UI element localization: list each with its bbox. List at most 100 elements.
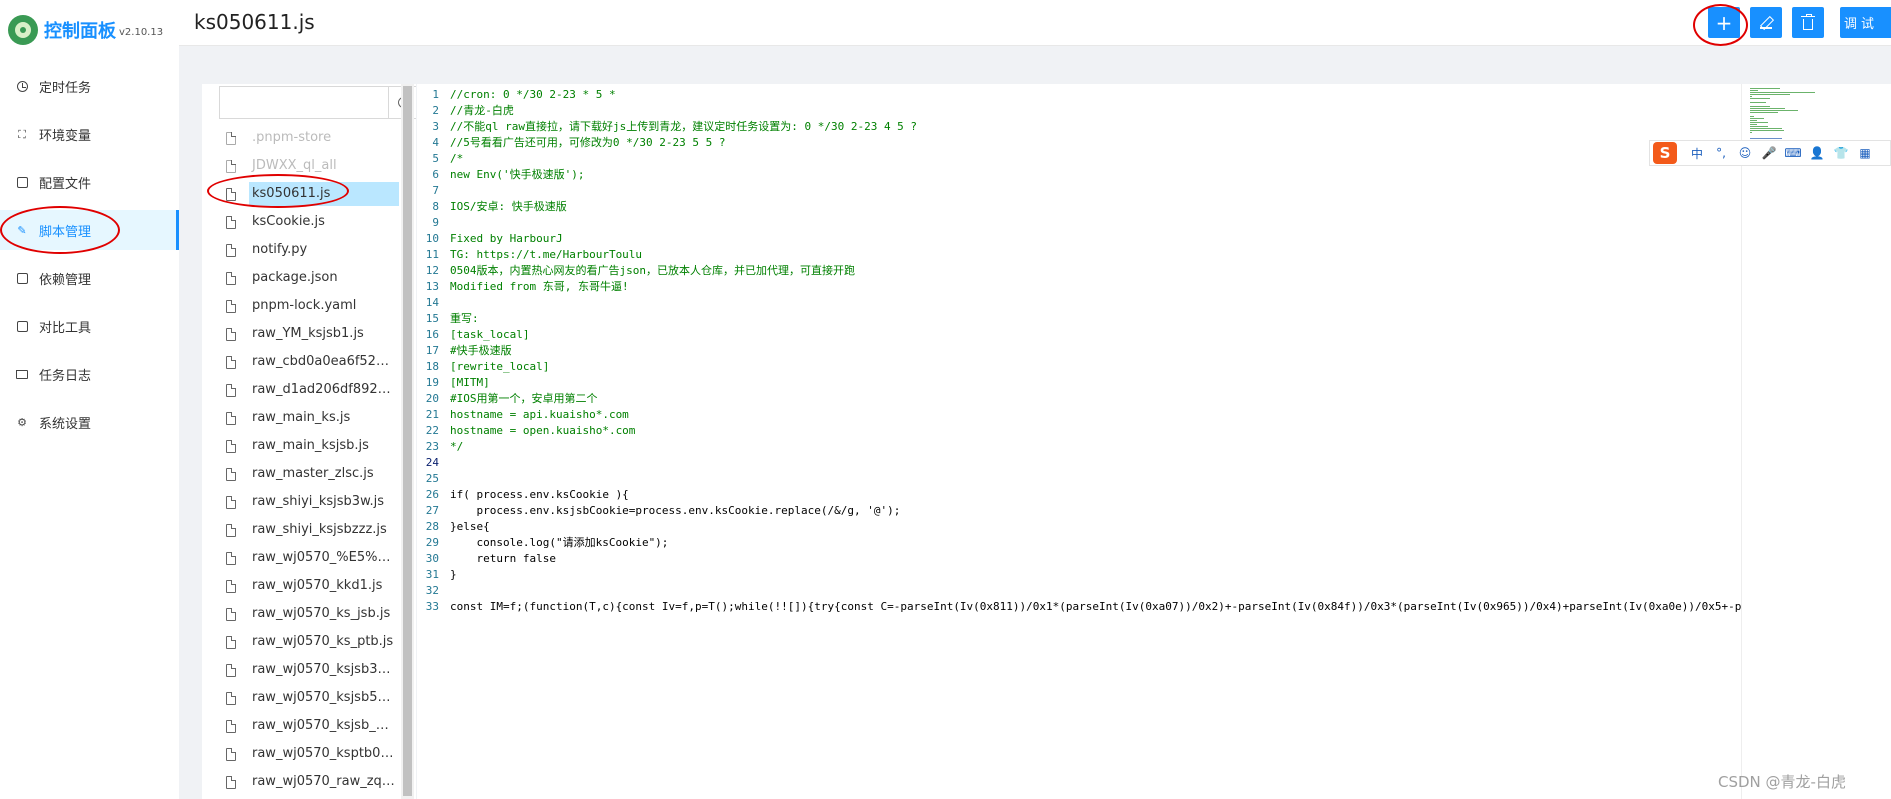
ime-tool-icon[interactable]: °,: [1709, 146, 1733, 160]
code-line[interactable]: 18 [rewrite_local]: [417, 359, 1741, 375]
ime-tool-icon[interactable]: ⌨: [1781, 146, 1805, 160]
line-text: TG: https://t.me/HarbourToulu: [450, 248, 643, 261]
code-line[interactable]: 9: [417, 215, 1741, 231]
sidebar-item-scripts[interactable]: ✎ 脚本管理: [0, 210, 179, 250]
file-item[interactable]: raw_wj0570_%E5%BF...: [219, 544, 399, 572]
code-line[interactable]: 6 new Env('快手极速版');: [417, 167, 1741, 183]
code-line[interactable]: 25: [417, 471, 1741, 487]
ime-tool-icon[interactable]: 中: [1685, 145, 1709, 162]
delete-button[interactable]: [1792, 7, 1824, 38]
debug-button[interactable]: 调试: [1840, 7, 1891, 38]
code-line[interactable]: 3 //不能ql raw直接拉，请下载好js上传到青龙，建议定时任务设置为: 0 …: [417, 119, 1741, 135]
ime-tool-icon[interactable]: ▦: [1853, 146, 1877, 160]
code-editor[interactable]: 1 //cron: 0 */30 2-23 * 5 * 2 //青龙-白虎 3 //不能q…: [417, 84, 1891, 799]
logo[interactable]: 控制面板 v2.10.13: [8, 13, 163, 47]
file-icon: [226, 411, 236, 425]
code-line[interactable]: 23 */: [417, 439, 1741, 455]
code-line[interactable]: 15 重写:: [417, 311, 1741, 327]
code-line[interactable]: 22 hostname = open.kuaisho*.com: [417, 423, 1741, 439]
code-line[interactable]: 24: [417, 455, 1741, 471]
file-item[interactable]: raw_shiyi_ksjsb3w.js: [219, 488, 399, 516]
file-item[interactable]: ksCookie.js: [219, 208, 399, 236]
ime-tool-icon[interactable]: 👕: [1829, 146, 1853, 160]
file-item[interactable]: JDWXX_ql_all: [219, 152, 399, 180]
minimap[interactable]: [1741, 84, 1891, 799]
file-item[interactable]: raw_wj0570_raw_zqk...: [219, 768, 399, 796]
plus-icon: +: [1715, 10, 1733, 35]
file-icon: [226, 635, 236, 649]
file-icon: [226, 159, 236, 173]
file-item[interactable]: raw_wj0570_ks_jsb.js: [219, 600, 399, 628]
code-line[interactable]: 4 //5号看看广告还可用，可修改为0 */30 2-23 5 5 ?: [417, 135, 1741, 151]
sidebar-item-cron[interactable]: 定时任务: [0, 66, 179, 106]
code-line[interactable]: 33 const IM=f;(function(T,c){const Iv=f,p…: [417, 599, 1741, 615]
file-item[interactable]: raw_wj0570_ksptb04...: [219, 740, 399, 768]
line-number: 29: [425, 536, 439, 549]
search-input[interactable]: [220, 87, 388, 118]
file-item[interactable]: raw_d1ad206df892dc...: [219, 376, 399, 404]
sidebar-item-settings[interactable]: ⚙ 系统设置: [0, 402, 179, 442]
sidebar-item-logs[interactable]: 任务日志: [0, 354, 179, 394]
file-item[interactable]: raw_wj0570_ksjsb51.js: [219, 684, 399, 712]
file-item[interactable]: raw_wj0570_ks_ptb.js: [219, 628, 399, 656]
sidebar-item-env[interactable]: ⛶ 环境变量: [0, 114, 179, 154]
file-item[interactable]: ks050611.js: [219, 180, 399, 208]
ime-tool-icon[interactable]: 🎤: [1757, 146, 1781, 160]
sogou-logo-icon[interactable]: S: [1653, 142, 1677, 164]
code-line[interactable]: 17 #快手极速版: [417, 343, 1741, 359]
file-icon: [226, 775, 236, 789]
file-item[interactable]: package.json: [219, 264, 399, 292]
code-line[interactable]: 13 Modified from 东哥, 东哥牛逼!: [417, 279, 1741, 295]
file-item[interactable]: raw_wj0570_ksjsb3w.js: [219, 656, 399, 684]
code-line[interactable]: 14: [417, 295, 1741, 311]
code-line[interactable]: 8 IOS/安卓: 快手极速版: [417, 199, 1741, 215]
sidebar-item-dependencies[interactable]: 依赖管理: [0, 258, 179, 298]
file-item[interactable]: .pnpm-store: [219, 124, 399, 152]
code-line[interactable]: 21 hostname = api.kuaisho*.com: [417, 407, 1741, 423]
code-content[interactable]: 1 //cron: 0 */30 2-23 * 5 * 2 //青龙-白虎 3 //不能q…: [417, 87, 1741, 615]
code-line[interactable]: 30 return false: [417, 551, 1741, 567]
code-line[interactable]: 1 //cron: 0 */30 2-23 * 5 *: [417, 87, 1741, 103]
file-item[interactable]: raw_master_zlsc.js: [219, 460, 399, 488]
ime-tool-icon[interactable]: 👤: [1805, 146, 1829, 160]
file-item[interactable]: raw_cbd0a0ea6f521b...: [219, 348, 399, 376]
sidebar-item-config[interactable]: 配置文件: [0, 162, 179, 202]
code-line[interactable]: 11 TG: https://t.me/HarbourToulu: [417, 247, 1741, 263]
code-line[interactable]: 16 [task_local]: [417, 327, 1741, 343]
file-icon: [226, 215, 236, 229]
file-name: raw_wj0570_raw_zqk...: [252, 774, 399, 789]
sidebar-item-diff[interactable]: 对比工具: [0, 306, 179, 346]
scrollbar-thumb[interactable]: [403, 86, 412, 796]
code-line[interactable]: 19 [MITM]: [417, 375, 1741, 391]
code-line[interactable]: 27 process.env.ksjsbCookie=process.env.k…: [417, 503, 1741, 519]
script-edit-icon: ✎: [17, 223, 27, 237]
line-text: return false: [450, 552, 556, 565]
code-line[interactable]: 32: [417, 583, 1741, 599]
diff-icon: [15, 319, 29, 333]
file-list-scrollbar[interactable]: [401, 84, 414, 799]
code-line[interactable]: 26 if( process.env.ksCookie ){: [417, 487, 1741, 503]
code-line[interactable]: 31}: [417, 567, 1741, 583]
edit-button[interactable]: [1750, 7, 1782, 38]
file-item[interactable]: raw_wj0570_ksjsb_42...: [219, 712, 399, 740]
code-line[interactable]: 20 #IOS用第一个，安卓用第二个: [417, 391, 1741, 407]
file-item[interactable]: raw_shiyi_ksjsbzzz.js: [219, 516, 399, 544]
file-item[interactable]: raw_main_ksjsb.js: [219, 432, 399, 460]
code-line[interactable]: 2 //青龙-白虎: [417, 103, 1741, 119]
add-button[interactable]: +: [1708, 7, 1740, 38]
code-line[interactable]: 12 0504版本，内置热心网友的看广告json，已放本人仓库，并已加代理，可直接…: [417, 263, 1741, 279]
code-line[interactable]: 5 /*: [417, 151, 1741, 167]
code-line[interactable]: 29 console.log("请添加ksCookie");: [417, 535, 1741, 551]
file-list: .pnpm-store JDWXX_ql_all ks050611.js ksCook…: [219, 124, 399, 796]
file-item[interactable]: raw_wj0570_kkd1.js: [219, 572, 399, 600]
code-line[interactable]: 7: [417, 183, 1741, 199]
code-line[interactable]: 28}else{: [417, 519, 1741, 535]
file-name: raw_wj0570_ks_jsb.js: [252, 606, 391, 621]
minimap-line: [1750, 116, 1754, 117]
ime-tool-icon[interactable]: ☺: [1733, 146, 1757, 160]
file-item[interactable]: raw_main_ks.js: [219, 404, 399, 432]
file-item[interactable]: pnpm-lock.yaml: [219, 292, 399, 320]
file-item[interactable]: notify.py: [219, 236, 399, 264]
code-line[interactable]: 10 Fixed by HarbourJ: [417, 231, 1741, 247]
file-item[interactable]: raw_YM_ksjsb1.js: [219, 320, 399, 348]
